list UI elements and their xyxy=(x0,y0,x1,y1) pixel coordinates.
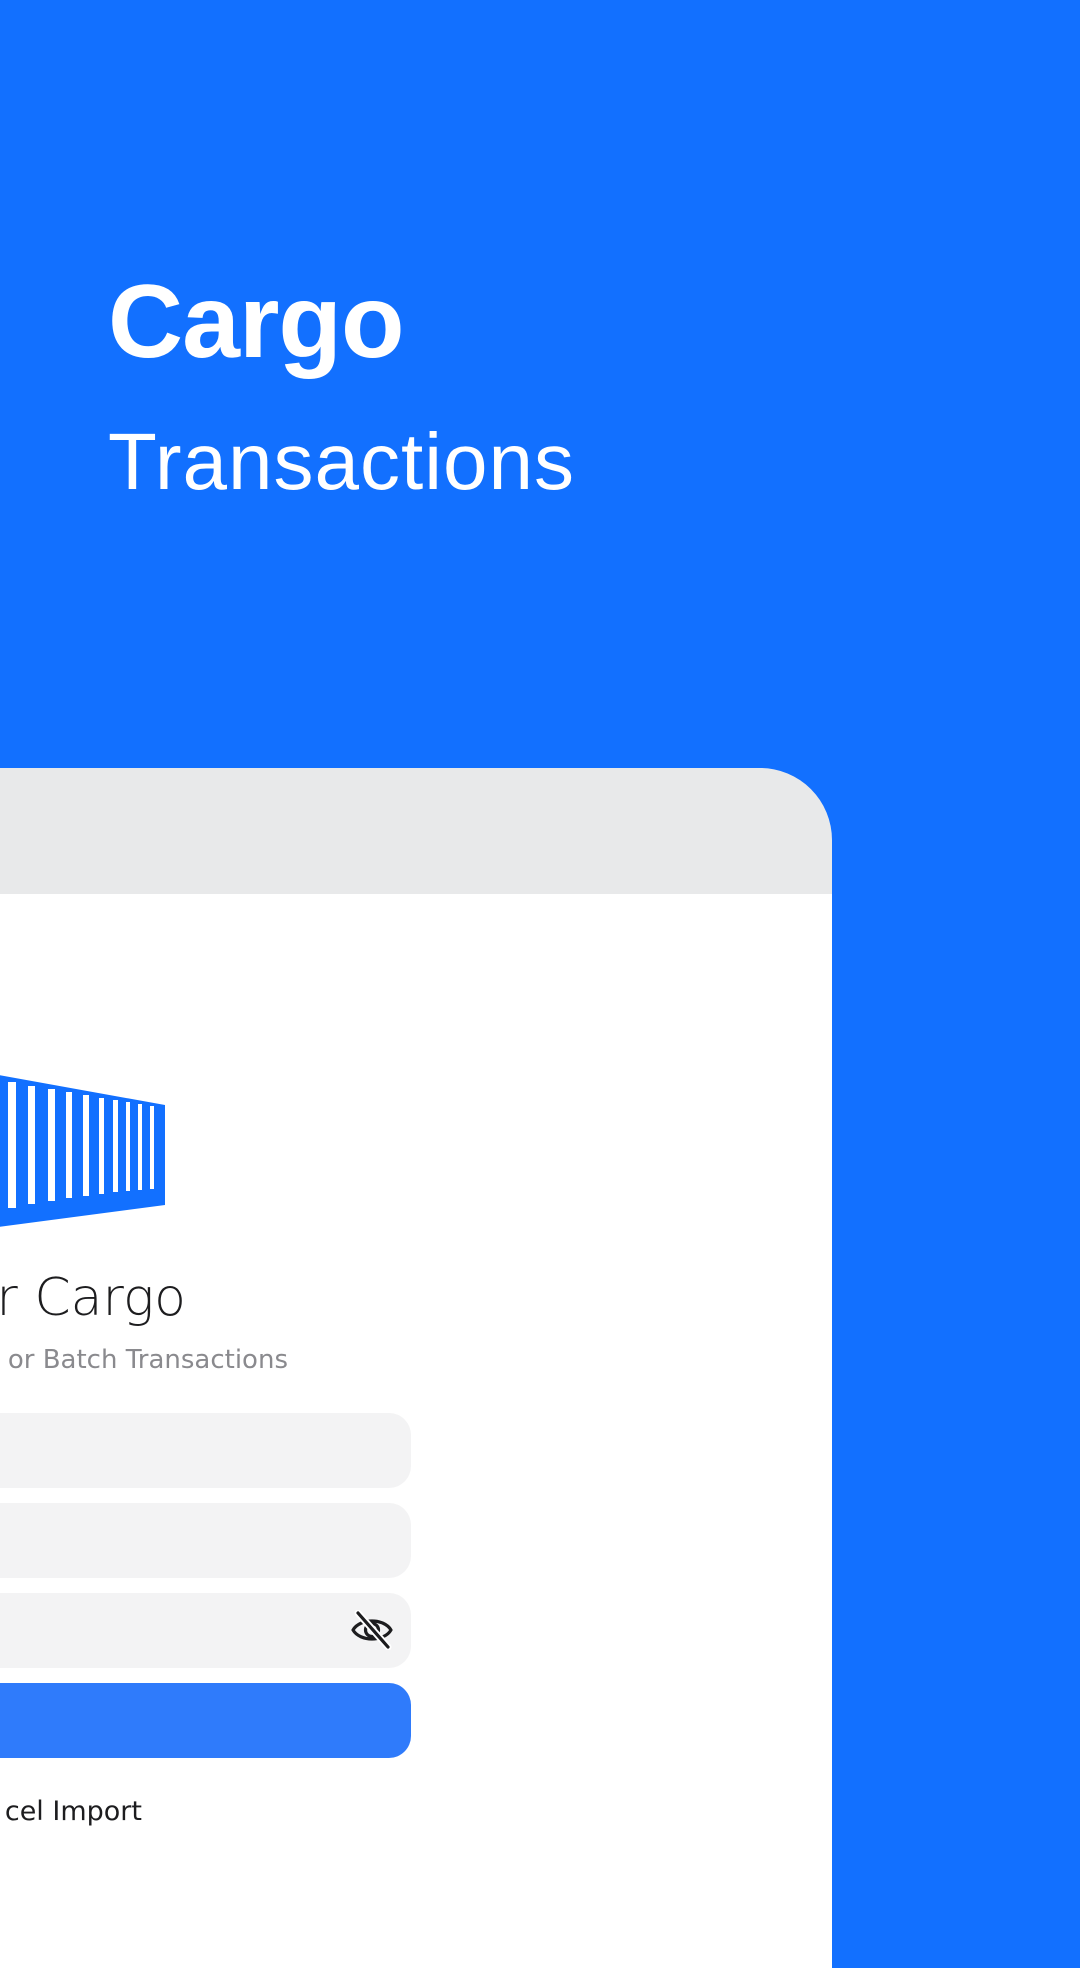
import-button-label: nport xyxy=(620,1703,696,1736)
app-name: r Cargo xyxy=(0,1268,186,1328)
import-button[interactable] xyxy=(0,1683,411,1758)
hero-title: Cargo xyxy=(108,264,404,380)
app-tagline: or Batch Transactions xyxy=(7,1345,288,1375)
hero-subtitle: Transactions xyxy=(108,417,575,506)
first-input-field[interactable] xyxy=(0,1413,411,1488)
second-input-field[interactable] xyxy=(0,1503,411,1578)
cancel-import-link[interactable]: cel Import xyxy=(5,1792,142,1832)
shipping-container-logo xyxy=(0,1075,165,1227)
eye-off-icon[interactable] xyxy=(350,1610,394,1650)
